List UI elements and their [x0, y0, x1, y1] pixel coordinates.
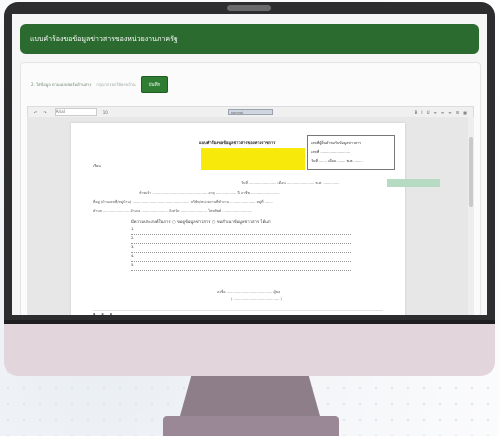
name-line: ข้าพเจ้า ...............................…	[139, 191, 280, 195]
body-line[interactable]: 2.	[131, 236, 351, 244]
bottom-icon: ▪	[101, 312, 104, 315]
body-line-number: 2.	[131, 236, 135, 240]
signature-line: ลงชื่อ .................................…	[217, 290, 281, 294]
date-line: วันที่ ........................ เดือน ..…	[241, 181, 340, 185]
step-sub-label: กรุณากรอกให้ครบถ้วน	[96, 81, 136, 87]
save-button[interactable]: บันทึก	[140, 75, 169, 93]
redo-icon[interactable]: ↷	[43, 110, 46, 115]
table-icon[interactable]: ▦	[463, 110, 467, 115]
document-area[interactable]: แบบคำร้องขอข้อมูลข่าวสารของทางราชการ เลข…	[27, 117, 472, 315]
ref-line: วันที่ ....... เดือน ....... พ.ศ. ......…	[311, 159, 363, 163]
step-label: 2. ใส่ข้อมูล ตามแบบฟอร์มด้านล่าง	[31, 81, 92, 87]
format-icons: B I U ≡ ≡ ≡ ☰ ▦	[415, 110, 467, 115]
ref-line: เลขที่ผู้ยื่นคำขอรับข้อมูลข่าวสาร	[311, 141, 361, 145]
bold-icon[interactable]: B	[415, 110, 418, 115]
page-bottom-bar: ▪ ▪ ▪	[93, 310, 383, 315]
bottom-icon: ▪	[93, 312, 96, 315]
body-line-number: 3.	[131, 245, 135, 249]
document-scrollbar[interactable]	[468, 117, 474, 315]
undo-icon[interactable]: ↶	[34, 110, 37, 115]
district-line: ตำบล ....................... อำเภอ .....…	[93, 209, 253, 213]
step-row: 2. ใส่ข้อมูล ตามแบบฟอร์มด้านล่าง กรุณากร…	[31, 75, 169, 93]
bottom-icon: ▪	[109, 312, 113, 315]
font-family-value: Arial	[55, 109, 65, 114]
scrollbar-thumb[interactable]	[469, 137, 473, 207]
font-size-select[interactable]: 10	[103, 110, 108, 115]
align-center-icon[interactable]: ≡	[441, 110, 444, 115]
body-line-number: 5.	[131, 263, 135, 267]
list-icon[interactable]: ☰	[456, 110, 460, 115]
style-select[interactable]: normal	[227, 109, 273, 115]
body-line-number: 4.	[131, 254, 135, 258]
body-line[interactable]: 5.	[131, 263, 351, 271]
underline-icon[interactable]: U	[427, 110, 430, 115]
body-line[interactable]: 3.	[131, 245, 351, 253]
monitor-chin	[4, 320, 495, 376]
align-right-icon[interactable]: ≡	[448, 110, 451, 115]
address-line: ที่อยู่ (บ้านเลขที่/หมู่บ้าน) ..........…	[93, 200, 273, 204]
body-line[interactable]: 4.	[131, 254, 351, 262]
side-tag	[387, 179, 440, 187]
camera-icon	[227, 5, 271, 11]
signature-name-line: ( ......................................…	[231, 297, 282, 301]
form-card: 2. ใส่ข้อมูล ตามแบบฟอร์มด้านล่าง กรุณากร…	[20, 62, 481, 315]
font-family-select[interactable]: Arial	[54, 108, 97, 116]
request-line: มีความประสงค์ในการ ○ ขอดูข้อมูลข่าวสาร ○…	[131, 219, 271, 224]
italic-icon[interactable]: I	[421, 110, 422, 115]
monitor-stand	[180, 376, 320, 416]
align-left-icon[interactable]: ≡	[434, 110, 437, 115]
screen: แบบคำร้องขอข้อมูลข่าวสารของหน่วยงานภาครั…	[12, 14, 487, 315]
monitor-base	[163, 416, 339, 436]
document-title: แบบคำร้องขอข้อมูลข่าวสารของทางราชการ	[199, 140, 276, 145]
reference-box: เลขที่ผู้ยื่นคำขอรับข้อมูลข่าวสาร เลขที่…	[307, 135, 395, 170]
body-line-number: 1.	[131, 227, 135, 231]
body-line[interactable]: 1.	[131, 227, 351, 235]
app-header-title: แบบคำร้องขอข้อมูลข่าวสารของหน่วยงานภาครั…	[30, 35, 178, 43]
to-label: เรียน	[93, 164, 101, 168]
document-page[interactable]: แบบคำร้องขอข้อมูลข่าวสารของทางราชการ เลข…	[71, 123, 405, 315]
ref-line: เลขที่ ..........................	[311, 150, 351, 154]
app-header: แบบคำร้องขอข้อมูลข่าวสารของหน่วยงานภาครั…	[20, 24, 479, 54]
highlight-box	[201, 148, 305, 170]
